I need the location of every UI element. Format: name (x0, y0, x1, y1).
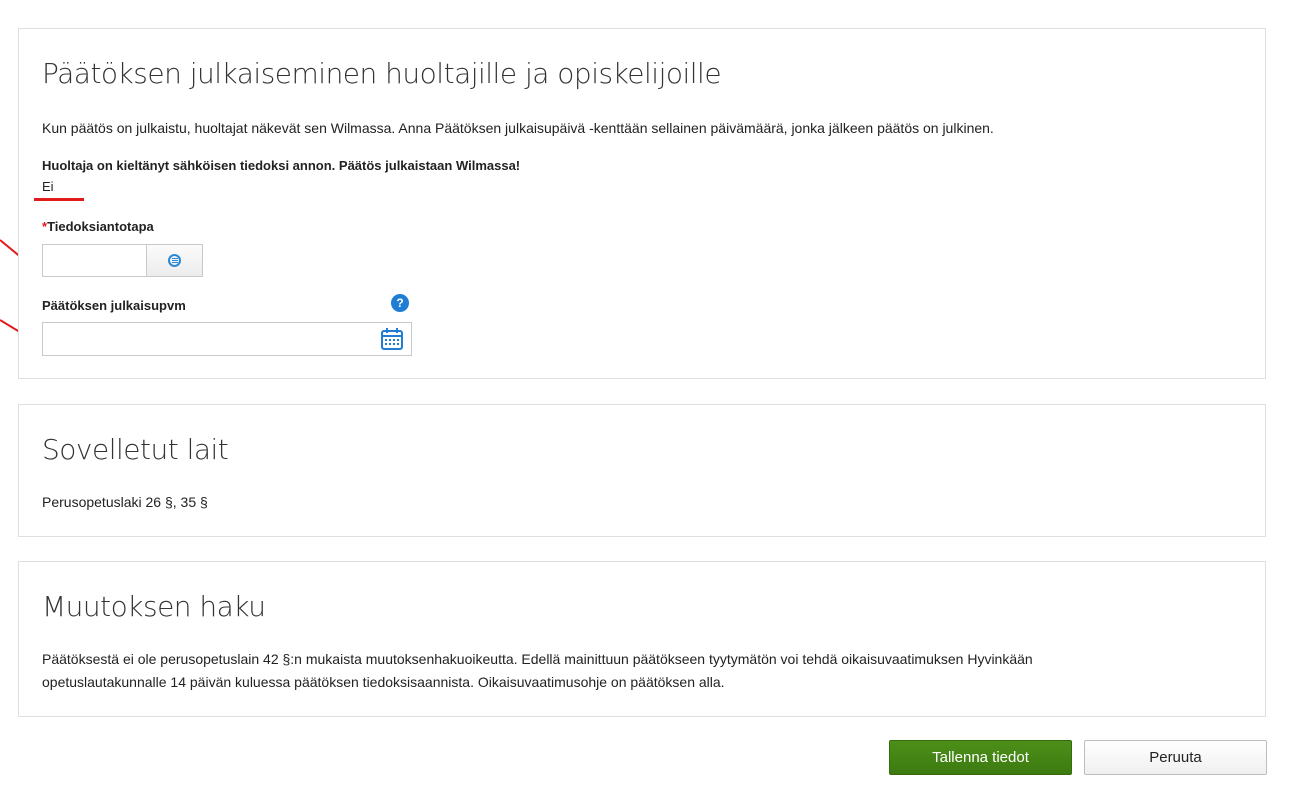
appeal-text-line-2: opetuslautakunnalle 14 päivän kuluessa p… (42, 674, 725, 690)
notification-method-label-text: Tiedoksiantotapa (47, 219, 154, 234)
annotation-underline (34, 198, 84, 201)
list-circle-icon (168, 254, 181, 267)
appeal-text-line-1: Päätöksestä ei ole perusopetuslain 42 §:… (42, 651, 1033, 667)
save-button[interactable]: Tallenna tiedot (889, 740, 1072, 775)
cancel-button[interactable]: Peruuta (1084, 740, 1267, 775)
laws-title: Sovelletut lait (42, 433, 229, 466)
publish-panel: Päätöksen julkaiseminen huoltajille ja o… (18, 28, 1266, 379)
laws-text: Perusopetuslaki 26 §, 35 § (42, 494, 208, 510)
help-icon[interactable]: ? (391, 294, 409, 312)
appeal-panel: Muutoksen haku Päätöksestä ei ole peruso… (18, 561, 1266, 717)
publish-date-label: Päätöksen julkaisupvm (42, 298, 186, 313)
notification-method-label: *Tiedoksiantotapa (42, 216, 154, 238)
notification-method-combobox[interactable] (42, 244, 203, 277)
publish-title: Päätöksen julkaiseminen huoltajille ja o… (42, 57, 722, 90)
publish-date-input[interactable] (42, 322, 412, 356)
publish-description: Kun päätös on julkaistu, huoltajat näkev… (42, 120, 994, 136)
laws-panel: Sovelletut lait Perusopetuslaki 26 §, 35… (18, 404, 1266, 537)
appeal-title: Muutoksen haku (42, 590, 266, 623)
calendar-icon[interactable] (380, 327, 404, 351)
notification-method-dropdown-button[interactable] (146, 245, 202, 276)
guardian-notice-label: Huoltaja on kieltänyt sähköisen tiedoksi… (42, 158, 521, 173)
guardian-notice-value: Ei (42, 179, 54, 194)
